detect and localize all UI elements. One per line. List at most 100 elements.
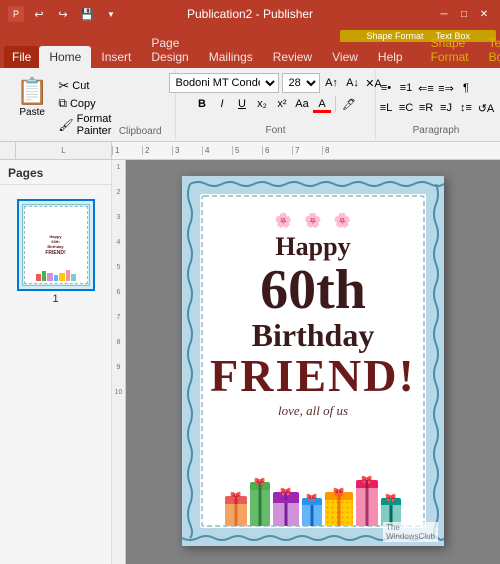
paste-label: Paste (19, 107, 45, 118)
horizontal-ruler: 1 2 3 4 5 6 7 8 (112, 142, 500, 160)
page-thumbnail-1[interactable]: Happy60thBirthdayFRIEND! (17, 199, 95, 305)
card-top-decorations: 🌸 🌸 🌸 (275, 212, 351, 229)
main-area: Pages Happy60thBirthdayFRIEND! (0, 160, 500, 564)
contextual-shape-format-label: Shape Format (360, 31, 429, 41)
ruler-area: L 1 2 3 4 5 6 7 8 (0, 142, 500, 160)
line-spacing-button[interactable]: ↕≡ (457, 99, 475, 117)
canvas-with-ruler: 1 2 3 4 5 6 7 8 9 10 (112, 160, 500, 564)
app-icon: P (8, 6, 24, 22)
gift-4: 🎀 (302, 498, 322, 526)
page-number: 1 (17, 293, 95, 305)
increase-indent-button[interactable]: ≡⇒ (437, 79, 455, 97)
bullet-list-button[interactable]: ≡• (377, 79, 395, 97)
gift-6: 🎀 (356, 480, 378, 526)
v-ruler-mark: 4 (117, 239, 121, 246)
text-direction-button[interactable]: ↺A (477, 99, 495, 117)
happy-text: Happy (275, 233, 350, 262)
sixty-text: 60th (260, 262, 366, 318)
numbered-list-button[interactable]: ≡1 (397, 79, 415, 97)
document: 🌸 🌸 🌸 Happy 60th Birthday FRIEND! love, … (182, 176, 444, 546)
font-group: Bodoni MT Condens 280 A↑ A↓ ✕A B I U x₂ … (176, 70, 376, 139)
align-left-button[interactable]: ≡L (377, 99, 395, 117)
ruler-mark: 2 (142, 146, 172, 155)
watermark: The WindowsClub (383, 522, 438, 542)
ruler-mark: 1 (112, 146, 142, 155)
tab-mailings[interactable]: Mailings (199, 46, 263, 68)
title-bar-left: P ↩ ↪ 💾 ▼ (8, 5, 120, 23)
align-right-button[interactable]: ≡R (417, 99, 435, 117)
ruler-mark: 8 (322, 146, 352, 155)
increase-font-button[interactable]: A↑ (323, 74, 341, 92)
ribbon: 📋 Paste ✂ Cut ⧉ Copy 🖌 Format Painter Cl… (0, 68, 500, 142)
birthday-text: Birthday (252, 318, 375, 353)
underline-button[interactable]: U (233, 95, 251, 113)
copy-label: Copy (70, 98, 96, 110)
change-case-button[interactable]: Aa (293, 95, 311, 113)
friend-text: FRIEND! (210, 353, 416, 399)
tab-file[interactable]: File (4, 46, 39, 68)
ruler-mark: 7 (292, 146, 322, 155)
undo-button[interactable]: ↩ (30, 5, 48, 23)
text-highlight-button[interactable]: 🖊 (340, 95, 358, 113)
gift-2: 🎀 (250, 482, 270, 526)
justify-button[interactable]: ≡J (437, 99, 455, 117)
close-button[interactable]: ✕ (476, 6, 492, 22)
paragraph-group: ≡• ≡1 ⇐≡ ≡⇒ ¶ ≡L ≡C ≡R ≡J ↕≡ ↺A Paragrap… (376, 70, 496, 139)
v-ruler-mark: 3 (117, 214, 121, 221)
subscript-button[interactable]: x₂ (253, 95, 271, 113)
paste-button[interactable]: 📋 Paste (10, 74, 54, 120)
tab-view[interactable]: View (322, 46, 368, 68)
cut-button[interactable]: ✂ Cut (58, 78, 111, 94)
pages-ruler-area: L (16, 142, 112, 159)
tab-review[interactable]: Review (263, 46, 322, 68)
format-painter-label: Format Painter (77, 113, 112, 137)
copy-button[interactable]: ⧉ Copy (58, 96, 111, 111)
pages-panel-title: Pages (0, 160, 111, 185)
minimize-button[interactable]: ─ (436, 6, 452, 22)
ribbon-tabs: File Home Insert Page Design Mailings Re… (0, 42, 500, 68)
title-bar: P ↩ ↪ 💾 ▼ Publication2 - Publisher ─ □ ✕ (0, 0, 500, 28)
card-content: 🌸 🌸 🌸 Happy 60th Birthday FRIEND! love, … (182, 176, 444, 546)
gift-3: 🎀 (273, 492, 299, 526)
gift-5: 🎀 (325, 492, 353, 526)
superscript-button[interactable]: x² (273, 95, 291, 113)
clipboard-group: 📋 Paste ✂ Cut ⧉ Copy 🖌 Format Painter Cl… (4, 70, 176, 139)
pages-panel: Pages Happy60thBirthdayFRIEND! (0, 160, 112, 564)
quick-access-dropdown[interactable]: ▼ (102, 5, 120, 23)
ruler-mark: 5 (232, 146, 262, 155)
ruler-mark: 3 (172, 146, 202, 155)
font-name-select[interactable]: Bodoni MT Condens (169, 73, 279, 93)
page-list: Happy60thBirthdayFRIEND! (0, 185, 111, 319)
ruler-mark: 6 (262, 146, 292, 155)
tab-home[interactable]: Home (39, 46, 91, 68)
font-group-label: Font (182, 123, 369, 136)
tab-help[interactable]: Help (368, 46, 413, 68)
ruler-mark: 4 (202, 146, 232, 155)
tab-text-box[interactable]: Text Box (479, 32, 500, 68)
decrease-indent-button[interactable]: ⇐≡ (417, 79, 435, 97)
format-painter-button[interactable]: 🖌 Format Painter (58, 113, 111, 137)
save-button[interactable]: 💾 (78, 5, 96, 23)
font-color-button[interactable]: A (313, 95, 331, 113)
vertical-ruler: 1 2 3 4 5 6 7 8 9 10 (112, 160, 126, 564)
paragraph-group-label: Paragraph (382, 123, 490, 136)
font-name-row: Bodoni MT Condens 280 A↑ A↓ ✕A (169, 73, 383, 93)
decrease-font-button[interactable]: A↓ (344, 74, 362, 92)
tab-shape-format[interactable]: Shape Format (421, 32, 479, 68)
maximize-button[interactable]: □ (456, 6, 472, 22)
align-center-button[interactable]: ≡C (397, 99, 415, 117)
gift-1: 🎀 (225, 496, 247, 526)
tab-insert[interactable]: Insert (91, 46, 141, 68)
v-ruler-mark: 5 (117, 264, 121, 271)
font-size-select[interactable]: 280 (282, 73, 320, 93)
italic-button[interactable]: I (213, 95, 231, 113)
show-paragraph-button[interactable]: ¶ (457, 79, 475, 97)
tab-page-design[interactable]: Page Design (141, 32, 198, 68)
bold-button[interactable]: B (193, 95, 211, 113)
redo-button[interactable]: ↪ (54, 5, 72, 23)
v-ruler-mark: 2 (117, 189, 121, 196)
canvas-area[interactable]: 🌸 🌸 🌸 Happy 60th Birthday FRIEND! love, … (126, 160, 500, 564)
v-ruler-mark: 8 (117, 339, 121, 346)
v-ruler-mark: 6 (117, 289, 121, 296)
ruler-corner (0, 142, 16, 159)
